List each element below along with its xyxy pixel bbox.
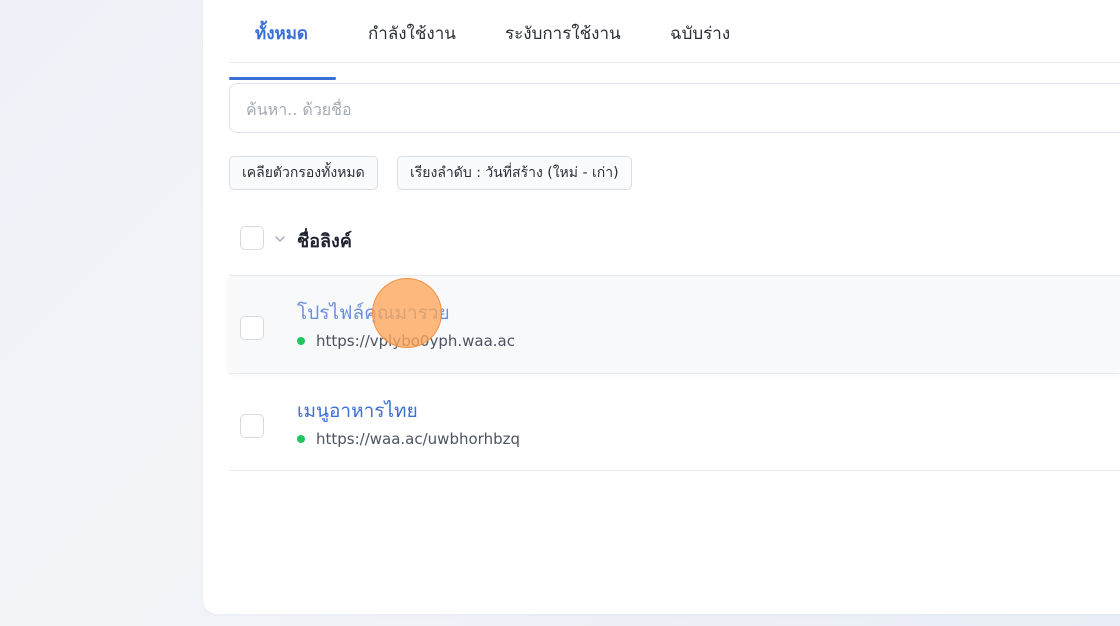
select-all-checkbox[interactable] <box>240 226 264 250</box>
table-row[interactable]: โปรไฟล์คุณมารวย https://vplybo0yph.waa.a… <box>229 275 1120 372</box>
tab-suspended[interactable]: ระงับการใช้งาน <box>505 20 621 62</box>
column-header-link-name: ชื่อลิงค์ <box>297 231 352 252</box>
tab-all[interactable]: ทั้งหมด <box>229 20 336 80</box>
table-row[interactable]: เมนูอาหารไทย https://waa.ac/uwbhorhbzq <box>229 373 1120 470</box>
tab-all-label: ทั้งหมด <box>255 24 308 44</box>
link-title[interactable]: โปรไฟล์คุณมารวย <box>297 298 450 328</box>
tab-draft[interactable]: ฉบับร่าง <box>670 20 730 62</box>
table-bottom-divider <box>229 470 1120 471</box>
clear-filters-label: เคลียตัวกรองทั้งหมด <box>242 165 365 181</box>
chevron-down-icon[interactable] <box>273 232 287 246</box>
active-tab-indicator <box>229 77 336 80</box>
search-input[interactable] <box>244 84 1108 134</box>
tab-active-label: กำลังใช้งาน <box>368 24 456 44</box>
tab-suspended-label: ระงับการใช้งาน <box>505 24 621 44</box>
link-title[interactable]: เมนูอาหารไทย <box>297 396 418 426</box>
status-dot-icon <box>297 435 305 443</box>
link-url[interactable]: https://waa.ac/uwbhorhbzq <box>316 430 520 448</box>
clear-filters-button[interactable]: เคลียตัวกรองทั้งหมด <box>229 156 378 190</box>
link-url[interactable]: https://vplybo0yph.waa.ac <box>316 332 515 350</box>
row-checkbox[interactable] <box>240 316 264 340</box>
status-dot-icon <box>297 337 305 345</box>
row-checkbox[interactable] <box>240 414 264 438</box>
sort-label: เรียงลำดับ : วันที่สร้าง (ใหม่ - เก่า) <box>410 165 619 181</box>
sort-button[interactable]: เรียงลำดับ : วันที่สร้าง (ใหม่ - เก่า) <box>397 156 632 190</box>
status-tabs: ทั้งหมด กำลังใช้งาน ระงับการใช้งาน ฉบับร… <box>229 0 1120 80</box>
search-box <box>229 83 1120 134</box>
tab-draft-label: ฉบับร่าง <box>670 24 731 44</box>
tab-active[interactable]: กำลังใช้งาน <box>368 20 456 62</box>
